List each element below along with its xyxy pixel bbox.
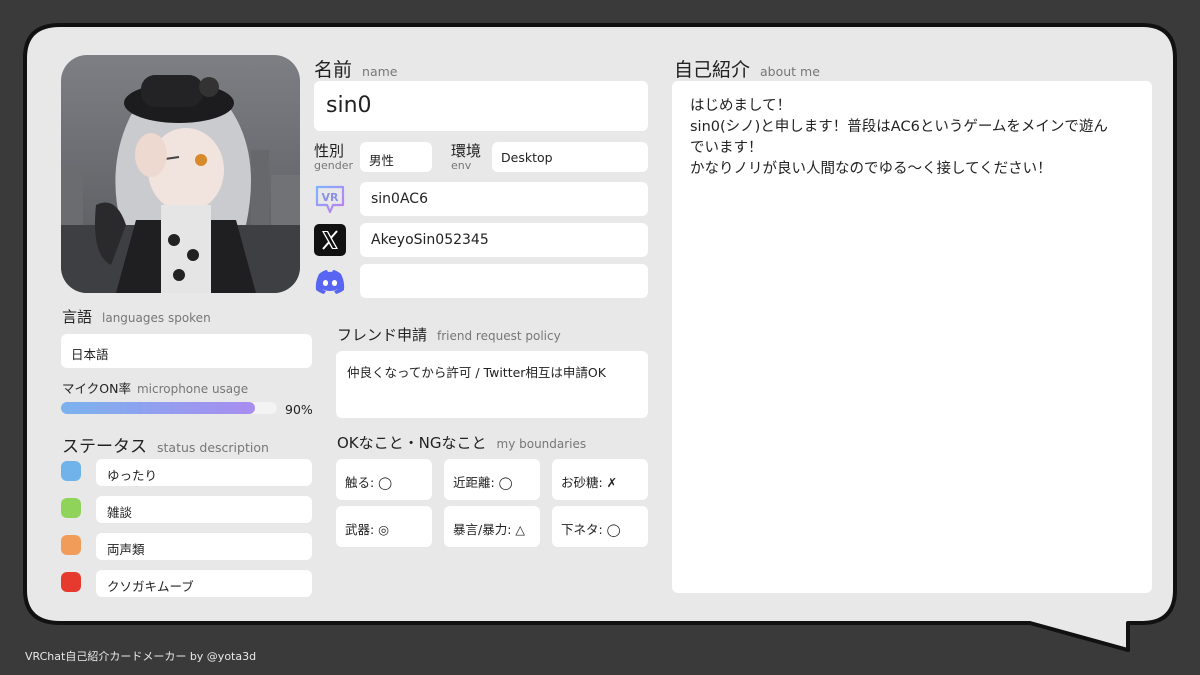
x-id-field[interactable]: AkeyoSin052345 — [360, 223, 648, 257]
gender-value: 男性 — [369, 153, 395, 168]
env-field[interactable]: Desktop — [492, 142, 648, 172]
mic-bar-fill — [61, 402, 256, 414]
mic-title: マイクON率 microphone usage — [62, 381, 249, 396]
env-value: Desktop — [501, 150, 553, 165]
boundary-item: 近距離: ◯ — [444, 459, 540, 500]
footer-credit: VRChat自己紹介カードメーカー by @yota3d — [25, 650, 257, 663]
status-title: ステータス status description — [62, 437, 269, 457]
status-color-dot — [61, 572, 81, 592]
name-title: 名前 name — [314, 59, 398, 81]
status-color-dot — [61, 461, 81, 481]
about-text: はじめまして！ sin0(シノ)と申します！普段はAC6というゲームをメインで遊… — [690, 98, 1108, 177]
status-item: 両声類 — [96, 533, 312, 560]
avatar — [61, 55, 300, 293]
discord-id-field[interactable] — [360, 264, 648, 298]
name-field[interactable]: sin0 — [314, 81, 648, 131]
vrchat-id-field[interactable]: sin0AC6 — [360, 182, 648, 216]
vrchat-id-value: sin0AC6 — [371, 191, 428, 207]
boundary-item: 触る: ◯ — [336, 459, 432, 500]
about-field[interactable]: はじめまして！ sin0(シノ)と申します！普段はAC6というゲームをメインで遊… — [672, 81, 1152, 593]
discord-icon — [313, 264, 347, 298]
mic-percent: 90% — [285, 402, 313, 417]
friend-policy-field[interactable]: 仲良くなってから許可 / Twitter相互は申請OK — [336, 351, 648, 418]
gender-label: 性別 gender — [314, 142, 353, 172]
x-id-value: AkeyoSin052345 — [371, 232, 489, 248]
boundary-item: 下ネタ: ◯ — [552, 506, 648, 547]
status-item: クソガキムーブ — [96, 570, 312, 597]
boundary-item: 武器: ◎ — [336, 506, 432, 547]
languages-value: 日本語 — [71, 347, 109, 362]
x-logo-icon — [313, 223, 347, 257]
about-title: 自己紹介 about me — [674, 59, 820, 81]
status-color-dot — [61, 535, 81, 555]
friend-policy-value: 仲良くなってから許可 / Twitter相互は申請OK — [347, 365, 606, 380]
friend-title: フレンド申請 friend request policy — [337, 326, 561, 344]
svg-text:VR: VR — [322, 191, 340, 204]
status-item: 雑談 — [96, 496, 312, 523]
languages-title: 言語 languages spoken — [62, 308, 211, 326]
boundary-item: お砂糖: ✗ — [552, 459, 648, 500]
boundary-item: 暴言/暴力: △ — [444, 506, 540, 547]
status-item: ゆったり — [96, 459, 312, 486]
env-label: 環境 env — [451, 142, 482, 172]
mic-bar-track — [61, 402, 277, 414]
boundaries-title: OKなこと・NGなこと my boundaries — [337, 434, 587, 452]
gender-field[interactable]: 男性 — [360, 142, 432, 172]
status-color-dot — [61, 498, 81, 518]
languages-field[interactable]: 日本語 — [61, 334, 312, 368]
name-value: sin0 — [326, 93, 372, 118]
vrchat-icon: VR — [313, 183, 347, 217]
